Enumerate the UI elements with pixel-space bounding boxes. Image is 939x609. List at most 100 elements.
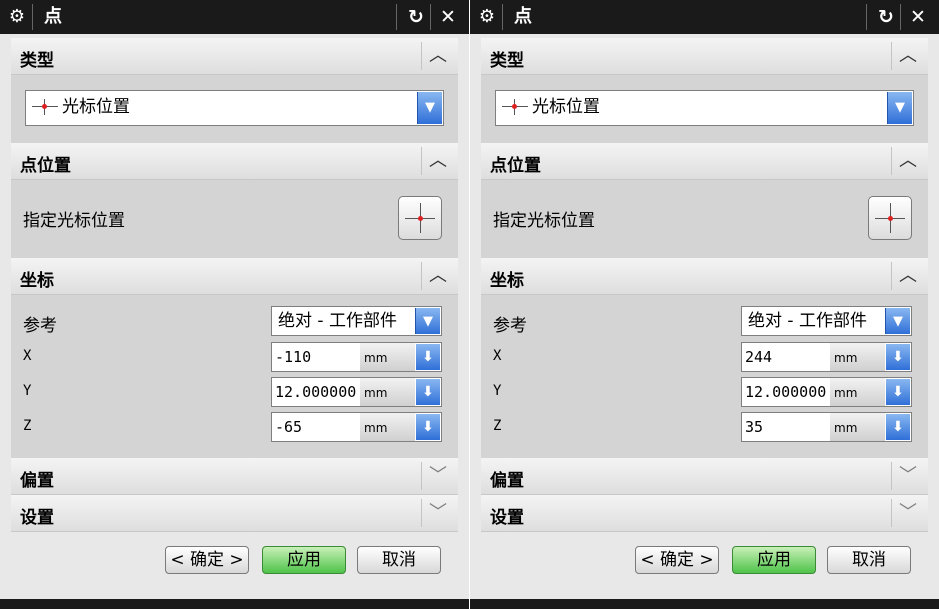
reset-icon[interactable]: ↻ <box>873 5 899 29</box>
z-label: Z <box>23 418 32 434</box>
y-field[interactable]: 12.000000 mm ⬇ <box>741 377 912 407</box>
section-label-offset: 偏置 <box>490 471 524 491</box>
chevron-up-icon[interactable]: ︿ <box>426 149 450 173</box>
section-header-point-location[interactable]: 点位置 ︿ <box>11 143 458 180</box>
titlebar-separator <box>866 4 867 30</box>
x-unit: mm <box>360 343 415 371</box>
type-body: 光标位置 ▼ <box>481 75 928 143</box>
ok-button[interactable]: < 确定 > <box>165 546 249 574</box>
type-body: 光标位置 ▼ <box>11 75 458 143</box>
dialog-titlebar[interactable]: ⚙ 点 ↻ ✕ <box>0 0 469 34</box>
arrow-down-icon[interactable]: ⬇ <box>886 379 910 405</box>
arrow-down-icon[interactable]: ⬇ <box>886 414 910 440</box>
x-label: X <box>493 348 502 364</box>
specify-cursor-location-label: 指定光标位置 <box>493 211 595 231</box>
z-value[interactable]: 35 <box>745 413 829 441</box>
dropdown-arrow-icon[interactable]: ▼ <box>885 308 910 334</box>
ok-button[interactable]: < 确定 > <box>635 546 719 574</box>
close-icon[interactable]: ✕ <box>905 5 931 29</box>
chevron-down-icon[interactable]: ﹀ <box>426 464 450 488</box>
chevron-down-icon[interactable]: ﹀ <box>426 501 450 525</box>
section-label-point-location: 点位置 <box>490 156 541 176</box>
coordinates-body: 参考 绝对 - 工作部件 ▼ X 244 mm ⬇ Y 12.000000 mm… <box>481 295 928 458</box>
y-value[interactable]: 12.000000 <box>745 378 829 406</box>
x-value[interactable]: 244 <box>745 343 829 371</box>
apply-button[interactable]: 应用 <box>262 546 346 574</box>
type-combo[interactable]: 光标位置 ▼ <box>25 90 444 126</box>
x-unit: mm <box>830 343 885 371</box>
x-field[interactable]: -110 mm ⬇ <box>271 342 442 372</box>
chevron-up-icon[interactable]: ︿ <box>896 264 920 288</box>
chevron-up-icon[interactable]: ︿ <box>896 44 920 68</box>
gear-icon[interactable]: ⚙ <box>476 6 498 28</box>
section-header-offset[interactable]: 偏置 ﹀ <box>481 458 928 495</box>
dialog-titlebar[interactable]: ⚙ 点 ↻ ✕ <box>470 0 939 34</box>
crosshair-icon <box>418 216 423 221</box>
cancel-button[interactable]: 取消 <box>357 546 441 574</box>
close-icon[interactable]: ✕ <box>435 5 461 29</box>
crosshair-icon <box>888 216 893 221</box>
dialog-content: 类型 ︿ 光标位置 ▼ 点位置 ︿ 指定光标位置 坐标 ︿ 参考 绝对 - 工作… <box>481 38 928 595</box>
cancel-button[interactable]: 取消 <box>827 546 911 574</box>
gear-icon[interactable]: ⚙ <box>6 6 28 28</box>
header-divider <box>891 147 892 175</box>
apply-button[interactable]: 应用 <box>732 546 816 574</box>
y-field[interactable]: 12.000000 mm ⬇ <box>271 377 442 407</box>
z-unit: mm <box>830 413 885 441</box>
arrow-down-icon[interactable]: ⬇ <box>416 379 440 405</box>
dialog-title: 点 <box>44 6 62 27</box>
reference-label: 参考 <box>493 316 527 336</box>
arrow-down-icon[interactable]: ⬇ <box>886 344 910 370</box>
dialog-title: 点 <box>514 6 532 27</box>
chevron-down-icon[interactable]: ﹀ <box>896 501 920 525</box>
reference-combo[interactable]: 绝对 - 工作部件 ▼ <box>741 306 912 336</box>
y-value[interactable]: 12.000000 <box>275 378 359 406</box>
chevron-up-icon[interactable]: ︿ <box>426 264 450 288</box>
dropdown-arrow-icon[interactable]: ▼ <box>887 92 912 124</box>
pick-point-button[interactable] <box>398 196 442 240</box>
section-header-type[interactable]: 类型 ︿ <box>11 38 458 75</box>
header-divider <box>421 499 422 527</box>
x-value[interactable]: -110 <box>275 343 359 371</box>
section-header-settings[interactable]: 设置 ﹀ <box>481 495 928 532</box>
cursor-point-icon <box>32 99 58 115</box>
section-header-settings[interactable]: 设置 ﹀ <box>11 495 458 532</box>
section-label-type: 类型 <box>490 51 524 71</box>
pick-point-button[interactable] <box>868 196 912 240</box>
chevron-up-icon[interactable]: ︿ <box>896 149 920 173</box>
cursor-point-icon <box>502 99 528 115</box>
dropdown-arrow-icon[interactable]: ▼ <box>417 92 442 124</box>
z-field[interactable]: -65 mm ⬇ <box>271 412 442 442</box>
section-header-coordinates[interactable]: 坐标 ︿ <box>11 258 458 295</box>
dropdown-arrow-icon[interactable]: ▼ <box>415 308 440 334</box>
header-divider <box>421 147 422 175</box>
arrow-down-icon[interactable]: ⬇ <box>416 414 440 440</box>
chevron-down-icon[interactable]: ﹀ <box>896 464 920 488</box>
type-combo[interactable]: 光标位置 ▼ <box>495 90 914 126</box>
point-dialog-2: ⚙ 点 ↻ ✕ 类型 ︿ 光标位置 ▼ 点位置 ︿ 指定光标位置 坐标 ︿ 参考… <box>470 0 939 609</box>
z-field[interactable]: 35 mm ⬇ <box>741 412 912 442</box>
section-header-point-location[interactable]: 点位置 ︿ <box>481 143 928 180</box>
section-header-type[interactable]: 类型 ︿ <box>481 38 928 75</box>
reset-icon[interactable]: ↻ <box>403 5 429 29</box>
specify-cursor-location-label: 指定光标位置 <box>23 211 125 231</box>
section-label-coordinates: 坐标 <box>20 271 54 291</box>
titlebar-separator <box>430 4 431 30</box>
dialog-bottom-bar <box>470 599 939 609</box>
arrow-down-icon[interactable]: ⬇ <box>416 344 440 370</box>
chevron-up-icon[interactable]: ︿ <box>426 44 450 68</box>
reference-combo[interactable]: 绝对 - 工作部件 ▼ <box>271 306 442 336</box>
header-divider <box>421 42 422 70</box>
x-field[interactable]: 244 mm ⬇ <box>741 342 912 372</box>
section-header-coordinates[interactable]: 坐标 ︿ <box>481 258 928 295</box>
button-bar: < 确定 > 应用 取消 <box>481 532 928 595</box>
section-header-offset[interactable]: 偏置 ﹀ <box>11 458 458 495</box>
header-divider <box>421 462 422 490</box>
header-divider <box>891 499 892 527</box>
y-label: Y <box>493 383 502 399</box>
point-location-body: 指定光标位置 <box>481 180 928 258</box>
y-unit: mm <box>830 378 885 406</box>
titlebar-separator <box>32 4 33 30</box>
z-value[interactable]: -65 <box>275 413 359 441</box>
section-label-point-location: 点位置 <box>20 156 71 176</box>
